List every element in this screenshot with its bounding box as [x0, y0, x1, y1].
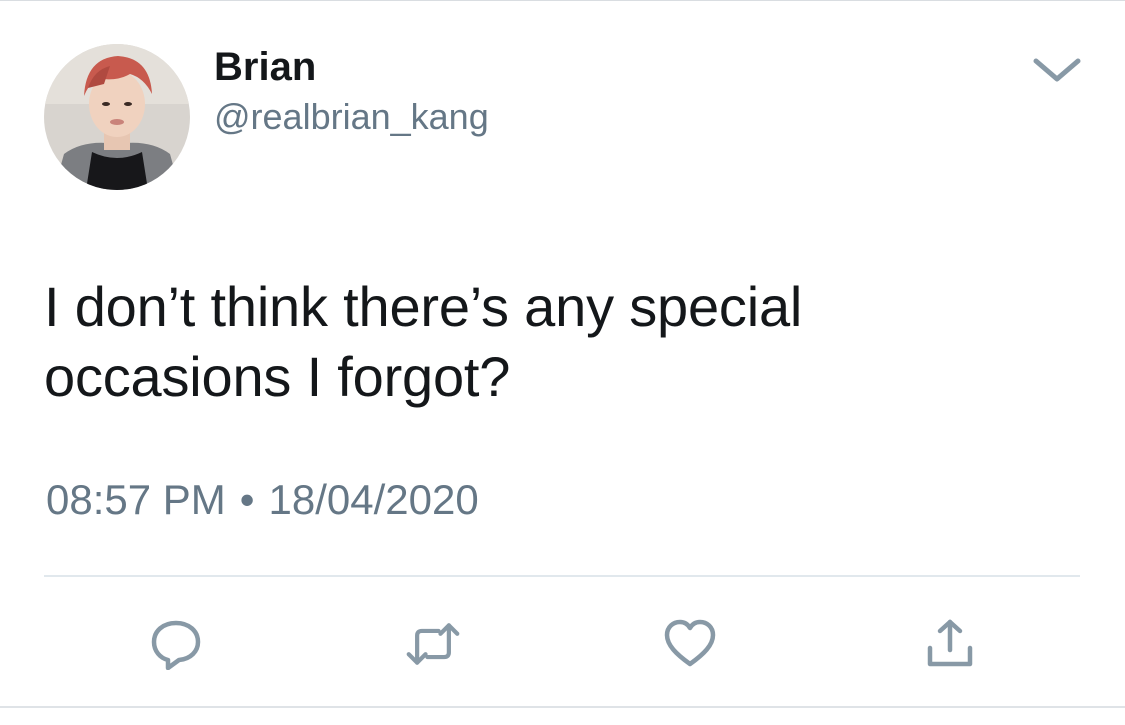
user-handle[interactable]: @realbrian_kang — [214, 96, 489, 138]
reply-button[interactable] — [148, 618, 204, 670]
tweet-text-line-2: occasions I forgot? — [44, 345, 511, 408]
divider — [44, 575, 1080, 577]
retweet-icon — [406, 623, 460, 665]
retweet-button[interactable] — [405, 618, 461, 670]
chevron-down-icon[interactable] — [1030, 55, 1084, 85]
display-name[interactable]: Brian — [214, 44, 316, 90]
reply-icon — [151, 620, 201, 670]
tweet-text: I don’t think there’s any special occasi… — [44, 272, 1084, 412]
top-border — [0, 0, 1125, 1]
avatar[interactable] — [44, 44, 190, 190]
bottom-border — [0, 706, 1125, 708]
meta-separator: • — [239, 476, 255, 523]
heart-icon — [664, 619, 716, 667]
tweet-time: 08:57 PM — [46, 476, 226, 523]
share-icon — [927, 619, 973, 667]
tweet-text-line-1: I don’t think there’s any special — [44, 275, 803, 338]
share-button[interactable] — [922, 618, 978, 670]
like-button[interactable] — [662, 618, 718, 670]
tweet-date: 18/04/2020 — [268, 476, 479, 523]
tweet-timestamp: 08:57 PM • 18/04/2020 — [46, 474, 479, 526]
